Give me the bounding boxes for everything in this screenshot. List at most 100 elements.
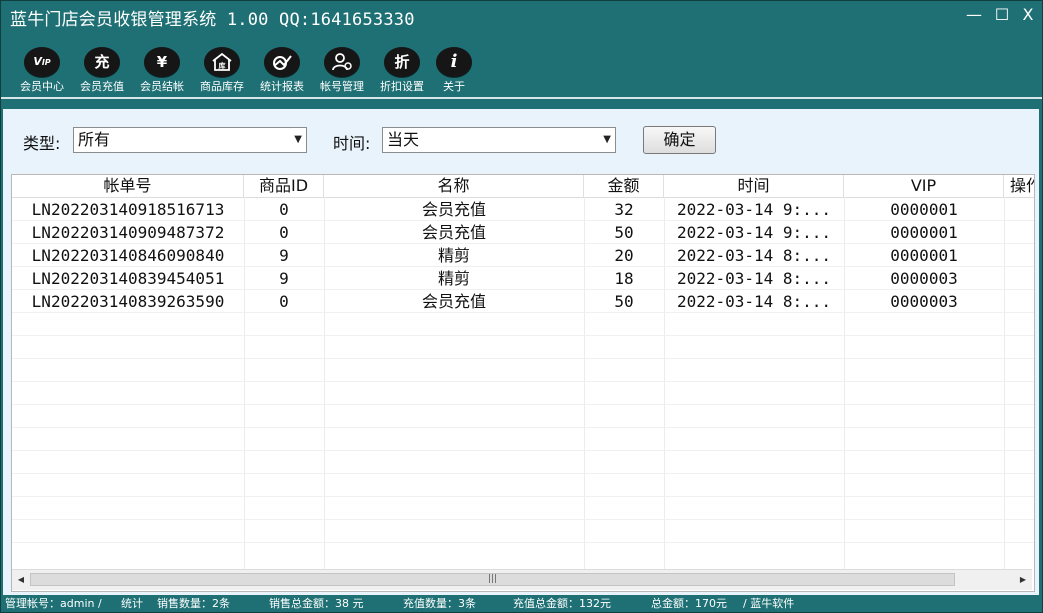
- main-panel: 类型: 所有 ▼ 时间: 当天 ▼ 确定 帐单号 商品ID 名称 金额 时间 V…: [3, 109, 1039, 595]
- status-grand-total: 总金额：170元: [651, 597, 727, 610]
- name-cell: 精剪: [437, 246, 470, 265]
- bill-number-cell: LN202203140839454051: [31, 269, 225, 288]
- status-stats: 统计: [121, 597, 143, 610]
- horizontal-scrollbar[interactable]: ◀ ||| ▶: [12, 569, 1032, 590]
- bill-table[interactable]: 帐单号 商品ID 名称 金额 时间 VIP 操作: [11, 174, 1035, 592]
- table-row[interactable]: LN202203140909487372 0 会员充值 50 2022-03-1…: [12, 221, 1034, 244]
- toolbar: VIP 会员中心 充 会员充值 ¥ 会员结帐 库 商品库存 统计报表 帐号管理 …: [1, 31, 1042, 97]
- product-id-cell: 9: [279, 246, 289, 265]
- bill-number-cell: LN202203140839263590: [31, 292, 225, 311]
- toolbar-member-recharge[interactable]: 充 会员充值: [71, 47, 133, 94]
- time-select[interactable]: 当天 ▼: [382, 127, 616, 153]
- column-header[interactable]: 名称: [324, 175, 584, 197]
- column-header[interactable]: VIP: [844, 175, 1004, 197]
- row-divider: [12, 496, 1034, 497]
- toolbar-about[interactable]: i 关于: [423, 47, 485, 94]
- name-cell: 会员充值: [421, 292, 486, 311]
- toolbar-divider: [1, 97, 1042, 99]
- yen-icon: ¥: [144, 47, 180, 77]
- amount-cell: 50: [614, 223, 634, 242]
- table-row[interactable]: LN202203140839263590 0 会员充值 50 2022-03-1…: [12, 290, 1034, 313]
- toolbar-label: 会员中心: [20, 80, 64, 93]
- time-label: 时间:: [333, 134, 371, 153]
- minimize-button[interactable]: —: [963, 4, 985, 26]
- bill-number-cell: LN202203140918516713: [31, 200, 225, 219]
- scroll-left-icon[interactable]: ◀: [14, 573, 28, 587]
- type-select[interactable]: 所有 ▼: [73, 127, 307, 153]
- toolbar-member-center[interactable]: VIP 会员中心: [11, 47, 73, 94]
- row-divider: [12, 335, 1034, 336]
- amount-cell: 18: [614, 269, 634, 288]
- close-button[interactable]: X: [1017, 4, 1039, 26]
- user-settings-icon: [324, 47, 360, 77]
- status-recharge-count: 充值数量：3条: [403, 597, 476, 610]
- svg-text:库: 库: [219, 61, 226, 70]
- status-recharge-total: 充值总金额：132元: [513, 597, 611, 610]
- product-id-cell: 0: [279, 200, 289, 219]
- name-cell: 会员充值: [421, 200, 486, 219]
- toolbar-inventory[interactable]: 库 商品库存: [191, 47, 253, 94]
- app-window: 蓝牛门店会员收银管理系统 1.00 QQ:1641653330 — ☐ X VI…: [0, 0, 1043, 613]
- amount-cell: 50: [614, 292, 634, 311]
- confirm-button[interactable]: 确定: [643, 126, 716, 154]
- toolbar-label: 统计报表: [260, 80, 304, 93]
- chevron-down-icon: ▼: [294, 134, 302, 145]
- toolbar-label: 帐号管理: [320, 80, 364, 93]
- name-cell: 精剪: [437, 269, 470, 288]
- table-row[interactable]: LN202203140839454051 9 精剪 18 2022-03-14 …: [12, 267, 1034, 290]
- product-id-cell: 0: [279, 223, 289, 242]
- toolbar-label: 会员结帐: [140, 80, 184, 93]
- row-divider: [12, 542, 1034, 543]
- toolbar-label: 关于: [443, 80, 465, 93]
- time-cell: 2022-03-14 9:...: [676, 223, 832, 242]
- time-cell: 2022-03-14 8:...: [676, 246, 832, 265]
- vip-cell: 0000003: [890, 292, 958, 311]
- status-account: 管理帐号：admin /: [5, 597, 102, 610]
- row-divider: [12, 427, 1034, 428]
- toolbar-reports[interactable]: 统计报表: [251, 47, 313, 94]
- row-divider: [12, 381, 1034, 382]
- toolbar-member-checkout[interactable]: ¥ 会员结帐: [131, 47, 193, 94]
- toolbar-label: 会员充值: [80, 80, 124, 93]
- vip-cell: 0000001: [890, 200, 958, 219]
- status-vendor: / 蓝牛软件: [743, 597, 795, 610]
- maximize-button[interactable]: ☐: [991, 4, 1013, 26]
- row-divider: [12, 358, 1034, 359]
- scroll-right-icon[interactable]: ▶: [1016, 573, 1030, 587]
- amount-cell: 32: [614, 200, 634, 219]
- window-title: 蓝牛门店会员收银管理系统 1.00 QQ:1641653330: [10, 10, 415, 30]
- column-header[interactable]: 金额: [584, 175, 664, 197]
- product-id-cell: 0: [279, 292, 289, 311]
- table-row[interactable]: LN202203140846090840 9 精剪 20 2022-03-14 …: [12, 244, 1034, 267]
- toolbar-label: 商品库存: [200, 80, 244, 93]
- info-icon: i: [436, 47, 472, 77]
- product-id-cell: 9: [279, 269, 289, 288]
- table-header: 帐单号 商品ID 名称 金额 时间 VIP 操作: [12, 175, 1034, 198]
- row-divider: [12, 519, 1034, 520]
- row-divider: [12, 450, 1034, 451]
- recharge-icon: 充: [84, 47, 120, 77]
- bill-number-cell: LN202203140909487372: [31, 223, 225, 242]
- column-header[interactable]: 帐单号: [12, 175, 244, 197]
- column-header[interactable]: 操作: [1004, 175, 1034, 197]
- type-label: 类型:: [23, 134, 61, 153]
- amount-cell: 20: [614, 246, 634, 265]
- name-cell: 会员充值: [421, 223, 486, 242]
- scrollbar-thumb[interactable]: |||: [30, 573, 955, 586]
- bill-number-cell: LN202203140846090840: [31, 246, 225, 265]
- status-sales-count: 销售数量：2条: [157, 597, 230, 610]
- row-divider: [12, 473, 1034, 474]
- vip-icon: VIP: [24, 47, 60, 77]
- column-header[interactable]: 商品ID: [244, 175, 324, 197]
- title-bar: 蓝牛门店会员收银管理系统 1.00 QQ:1641653330 — ☐ X: [1, 1, 1042, 31]
- column-header[interactable]: 时间: [664, 175, 844, 197]
- chevron-down-icon: ▼: [603, 134, 611, 145]
- type-select-value: 所有: [78, 130, 111, 149]
- discount-icon: 折: [384, 47, 420, 77]
- time-select-value: 当天: [387, 130, 420, 149]
- vip-cell: 0000003: [890, 269, 958, 288]
- status-sales-total: 销售总金额：38 元: [269, 597, 364, 610]
- table-row[interactable]: LN202203140918516713 0 会员充值 32 2022-03-1…: [12, 198, 1034, 221]
- chart-icon: [264, 47, 300, 77]
- toolbar-account-management[interactable]: 帐号管理: [311, 47, 373, 94]
